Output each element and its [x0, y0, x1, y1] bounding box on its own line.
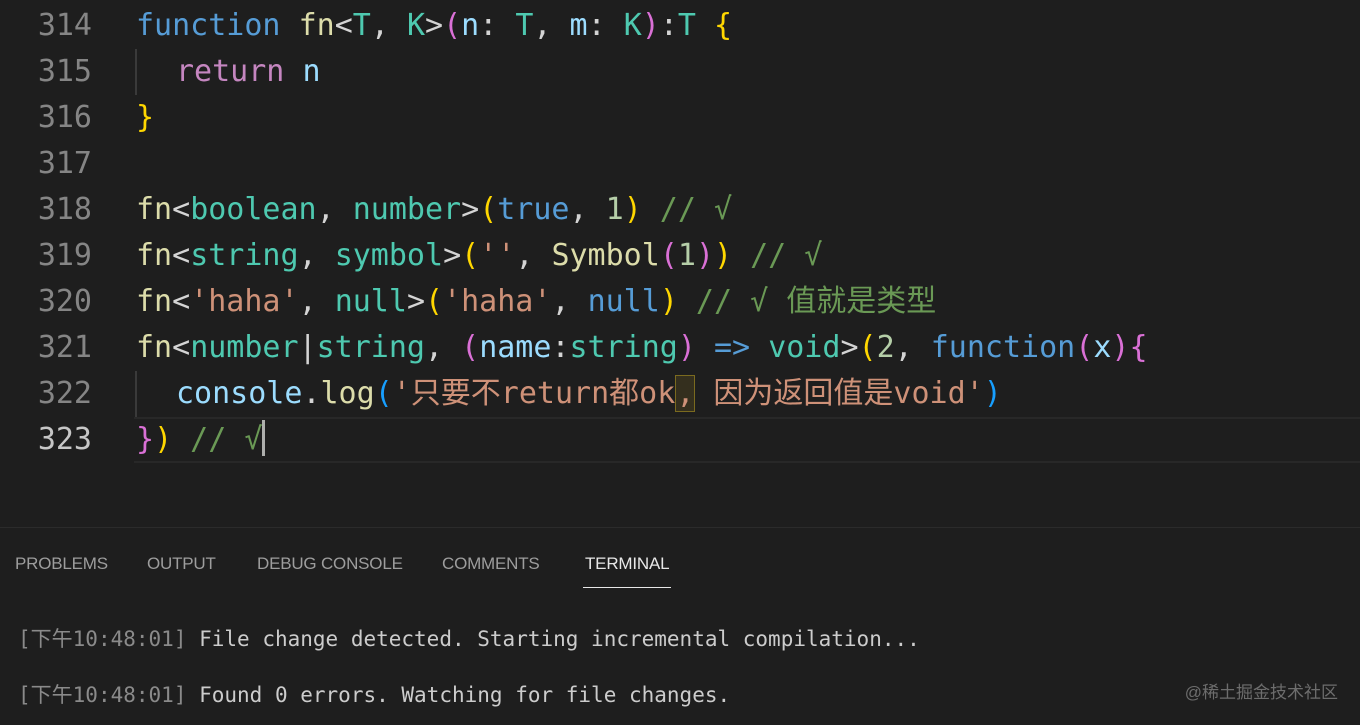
tab-terminal[interactable]: TERMINAL — [582, 554, 672, 588]
code-text[interactable]: } — [136, 95, 154, 141]
code-text[interactable]: fn<number|string, (name:string) => void>… — [136, 325, 1148, 371]
code-line[interactable]: 319 fn<string, symbol>('', Symbol(1)) //… — [0, 233, 1360, 279]
line-number: 319 — [37, 238, 92, 273]
code-line[interactable]: 320 fn<'haha', null>('haha', null) // √ … — [0, 279, 1360, 325]
line-number: 322 — [37, 376, 92, 411]
code-text[interactable]: return n — [176, 49, 321, 95]
line-number: 318 — [37, 192, 92, 227]
text-cursor — [262, 420, 266, 456]
code-line[interactable]: 317 — [0, 141, 1360, 187]
tab-comments[interactable]: COMMENTS — [442, 554, 540, 574]
code-line-current[interactable]: 323 }) // √ — [0, 417, 1360, 463]
bottom-panel: PROBLEMS OUTPUT DEBUG CONSOLE COMMENTS T… — [0, 527, 1360, 725]
line-number: 321 — [37, 330, 92, 365]
code-text[interactable]: }) // √ — [136, 417, 266, 463]
code-line[interactable]: 321 fn<number|string, (name:string) => v… — [0, 325, 1360, 371]
line-number: 315 — [37, 54, 92, 89]
indent-guide — [135, 371, 137, 417]
code-text[interactable]: console.log('只要不return都ok, 因为返回值是void') — [176, 371, 1002, 417]
watermark: @稀土掘金技术社区 — [1184, 683, 1338, 702]
tab-output[interactable]: OUTPUT — [147, 554, 216, 574]
code-text[interactable]: function fn<T, K>(n: T, m: K):T { — [136, 3, 732, 49]
code-line[interactable]: 322 console.log('只要不return都ok, 因为返回值是voi… — [0, 371, 1360, 417]
code-text[interactable]: fn<boolean, number>(true, 1) // √ — [136, 187, 732, 233]
tab-problems[interactable]: PROBLEMS — [15, 554, 108, 574]
line-number: 314 — [37, 8, 92, 43]
line-number: 316 — [37, 100, 92, 135]
tab-debug-console[interactable]: DEBUG CONSOLE — [257, 554, 403, 574]
code-text[interactable]: fn<'haha', null>('haha', null) // √ 值就是类… — [136, 279, 936, 325]
panel-tabs: PROBLEMS OUTPUT DEBUG CONSOLE COMMENTS T… — [0, 528, 1360, 590]
code-editor[interactable]: 314 function fn<T, K>(n: T, m: K):T { 31… — [0, 0, 1360, 526]
code-line[interactable]: 316 } — [0, 95, 1360, 141]
code-text[interactable]: fn<string, symbol>('', Symbol(1)) // √ — [136, 233, 822, 279]
indent-guide — [135, 49, 137, 95]
code-line[interactable]: 314 function fn<T, K>(n: T, m: K):T { — [0, 3, 1360, 49]
code-line[interactable]: 315 return n — [0, 49, 1360, 95]
line-number: 320 — [37, 284, 92, 319]
terminal-line: [下午10:48:01] Found 0 errors. Watching fo… — [18, 683, 731, 707]
line-number: 323 — [37, 422, 92, 457]
text-selection: , — [675, 375, 696, 412]
line-number: 317 — [37, 146, 92, 181]
terminal-line: [下午10:48:01] File change detected. Start… — [18, 627, 920, 651]
code-line[interactable]: 318 fn<boolean, number>(true, 1) // √ — [0, 187, 1360, 233]
